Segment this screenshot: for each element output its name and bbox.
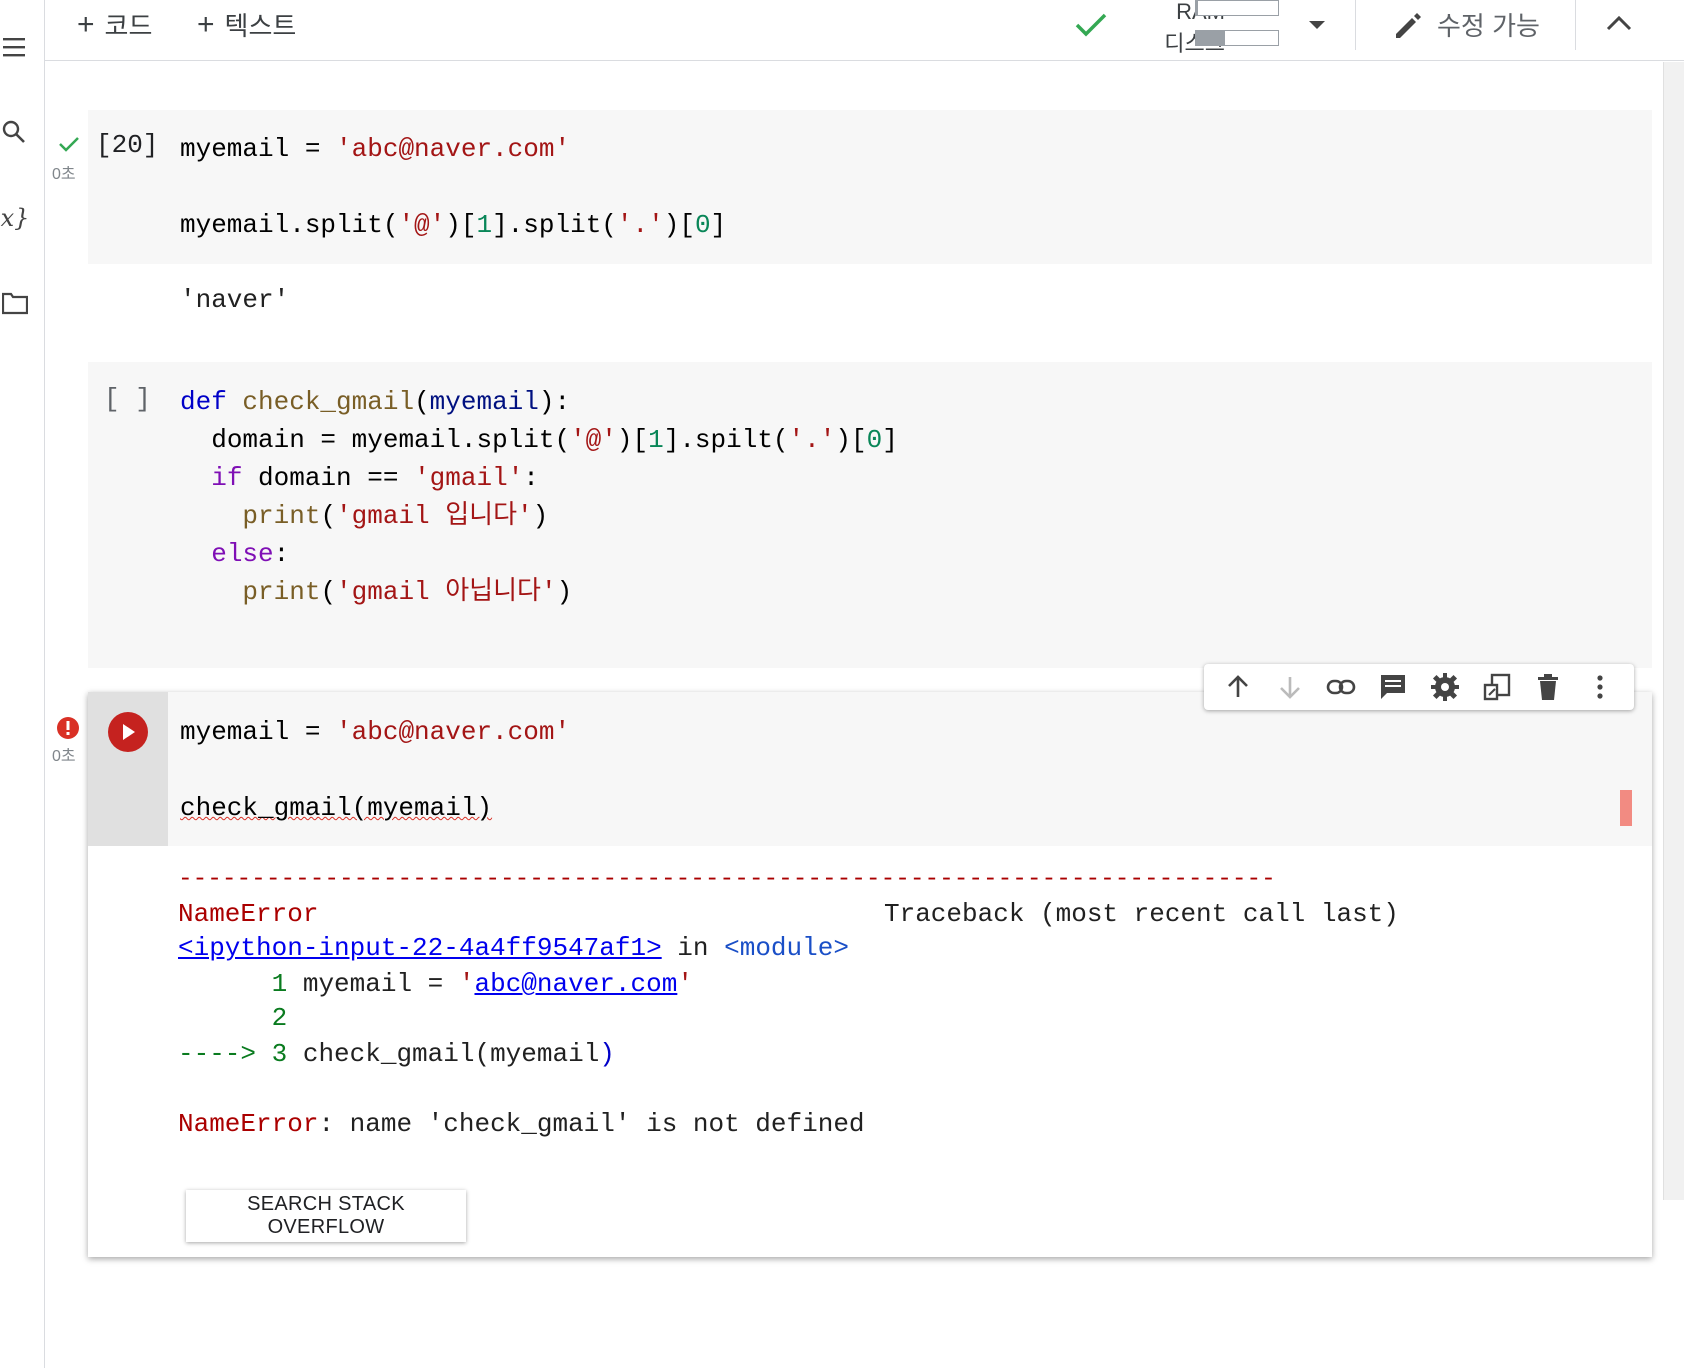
cell-1-exec-count: [20] [96, 130, 159, 160]
line-code: myemail = [302, 969, 459, 999]
comment-icon[interactable] [1376, 670, 1410, 704]
traceback-separator: ----------------------------------------… [178, 866, 1276, 893]
cell-1-exec-time: 0초 [52, 166, 76, 183]
email-link[interactable]: abc@naver.com [474, 969, 677, 999]
folder-icon[interactable] [0, 288, 30, 318]
plus-icon: + [77, 7, 95, 41]
code-line: print('gmail 아닙니다') [242, 577, 573, 607]
final-error-message: : name 'check_gmail' is not defined [318, 1109, 865, 1139]
line-paren: ) [599, 1039, 615, 1069]
mirror-cell-icon[interactable] [1480, 670, 1514, 704]
cell-toolbar [1204, 664, 1634, 710]
cell-1-output: 'naver' [180, 285, 290, 315]
code-line: if domain == 'gmail': [211, 463, 539, 493]
pencil-icon [1396, 12, 1421, 38]
runtime-dropdown-icon[interactable] [1307, 18, 1327, 36]
toolbar-divider [1575, 0, 1576, 50]
top-toolbar: + 코드 + 텍스트 RAM 디스크 수정 가능 [45, 0, 1684, 61]
code-line: check_gmail(myemail) [180, 793, 493, 823]
ram-meter-fill [1196, 1, 1199, 15]
ipython-input-link[interactable]: <ipython-input-22-4a4ff9547af1> [178, 933, 662, 963]
collapse-header-icon[interactable] [1605, 14, 1633, 37]
edit-mode-label: 수정 가능 [1437, 11, 1540, 41]
code-line: myemail = 'abc@naver.com' [180, 134, 571, 164]
traceback-final-error: NameError: name 'check_gmail' is not def… [178, 1106, 865, 1142]
toolbar-divider [1355, 0, 1356, 50]
traceback-error-type: NameError [178, 899, 319, 929]
add-text-button[interactable]: + 텍스트 [197, 6, 296, 43]
arrow-marker: ----> [178, 1039, 257, 1069]
code-line: myemail = 'abc@naver.com' [180, 717, 571, 747]
line-code: check_gmail(myemail [302, 1039, 600, 1069]
code-line: else: [211, 539, 290, 569]
cell-3-code[interactable]: myemail = 'abc@naver.com' check_gmail(my… [180, 713, 570, 827]
traceback-header: Traceback (most recent call last) [884, 899, 1399, 929]
line-number: 3 [271, 1039, 288, 1069]
menu-icon[interactable] [0, 32, 30, 62]
plus-icon: + [197, 7, 215, 41]
move-down-icon[interactable] [1273, 670, 1307, 704]
variables-icon[interactable]: x} [0, 203, 30, 233]
edit-mode-button[interactable]: 수정 가능 [1393, 6, 1540, 43]
code-line: def check_gmail(myemail): [180, 387, 571, 417]
left-sidebar: x} [0, 0, 45, 1368]
delete-icon[interactable] [1531, 670, 1565, 704]
line-number: 1 [271, 969, 288, 999]
line-number: 2 [271, 1003, 288, 1033]
module-label: <module> [724, 933, 849, 963]
move-up-icon[interactable] [1221, 670, 1255, 704]
in-text: in [677, 933, 709, 963]
connected-check-icon[interactable] [1075, 12, 1107, 43]
traceback-location: <ipython-input-22-4a4ff9547af1> in <modu… [178, 930, 849, 966]
search-icon[interactable] [0, 118, 30, 148]
code-line: print('gmail 입니다') [242, 501, 549, 531]
settings-gear-icon[interactable] [1428, 670, 1462, 704]
disk-meter [1195, 30, 1279, 46]
add-code-label: 코드 [104, 11, 153, 41]
cell-2-exec-count: [ ] [104, 384, 151, 414]
disk-meter-fill [1196, 31, 1225, 45]
more-options-icon[interactable] [1583, 670, 1617, 704]
notebook-scrollbar[interactable] [1663, 62, 1684, 1200]
code-line: domain = myemail.split('@')[1].spilt('.'… [211, 425, 898, 455]
cell-3-gutter [88, 692, 168, 846]
play-icon [123, 724, 135, 740]
run-cell-button[interactable] [108, 712, 148, 752]
traceback-line-2: 2 [178, 1000, 288, 1036]
add-code-button[interactable]: + 코드 [77, 6, 152, 43]
error-line-marker [1620, 790, 1632, 826]
cell-1-code[interactable]: myemail = 'abc@naver.com' myemail.split(… [180, 130, 726, 244]
final-error-type: NameError [178, 1109, 319, 1139]
cell-3-exec-time: 0초 [52, 748, 76, 765]
traceback-line-1: 1 myemail = 'abc@naver.com' [271, 969, 693, 999]
code-line: myemail.split('@')[1].split('.')[0] [180, 210, 727, 240]
link-icon[interactable] [1324, 670, 1358, 704]
ram-meter [1195, 0, 1279, 16]
cell-1-success-icon [58, 136, 80, 157]
cell-3-error-icon [56, 716, 80, 745]
add-text-label: 텍스트 [224, 11, 297, 41]
traceback-line-3: ----> 3 check_gmail(myemail) [178, 1036, 615, 1072]
search-stack-overflow-button[interactable]: SEARCH STACK OVERFLOW [186, 1190, 466, 1242]
cell-2-code[interactable]: def check_gmail(myemail): domain = myema… [180, 383, 898, 611]
